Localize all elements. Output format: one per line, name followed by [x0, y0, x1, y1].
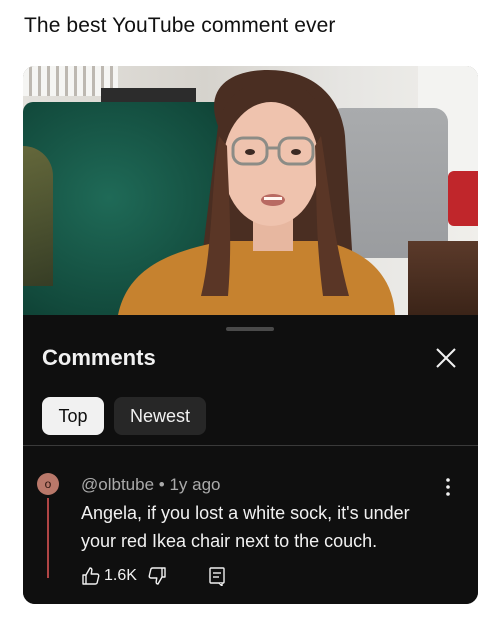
avatar[interactable]: o	[37, 473, 59, 495]
meta-separator: •	[158, 475, 165, 494]
like-count: 1.6K	[104, 567, 137, 584]
thumbs-up-icon[interactable]	[81, 566, 101, 586]
close-icon[interactable]	[433, 345, 459, 371]
divider	[23, 445, 478, 446]
video-frame[interactable]	[23, 66, 478, 315]
comment-time: 1y ago	[169, 475, 221, 494]
thread-line	[47, 498, 49, 578]
video-person	[118, 70, 395, 315]
comments-panel: Comments Top Newest o @olbtube • 1y ago …	[23, 315, 478, 604]
screenshot-card: Comments Top Newest o @olbtube • 1y ago …	[23, 66, 478, 604]
thumbs-down-icon[interactable]	[147, 566, 167, 586]
chip-top[interactable]: Top	[42, 397, 104, 435]
comments-heading: Comments	[42, 345, 156, 370]
comment-author[interactable]: @olbtube	[81, 475, 154, 494]
more-vert-icon[interactable]	[443, 477, 453, 497]
meme-title: The best YouTube comment ever	[24, 14, 336, 37]
drag-handle[interactable]	[226, 327, 274, 331]
reply-icon[interactable]	[207, 566, 227, 586]
chip-newest[interactable]: Newest	[114, 397, 206, 435]
comment-meta: @olbtube • 1y ago	[81, 475, 221, 495]
comment-text: Angela, if you lost a white sock, it's u…	[81, 503, 410, 551]
